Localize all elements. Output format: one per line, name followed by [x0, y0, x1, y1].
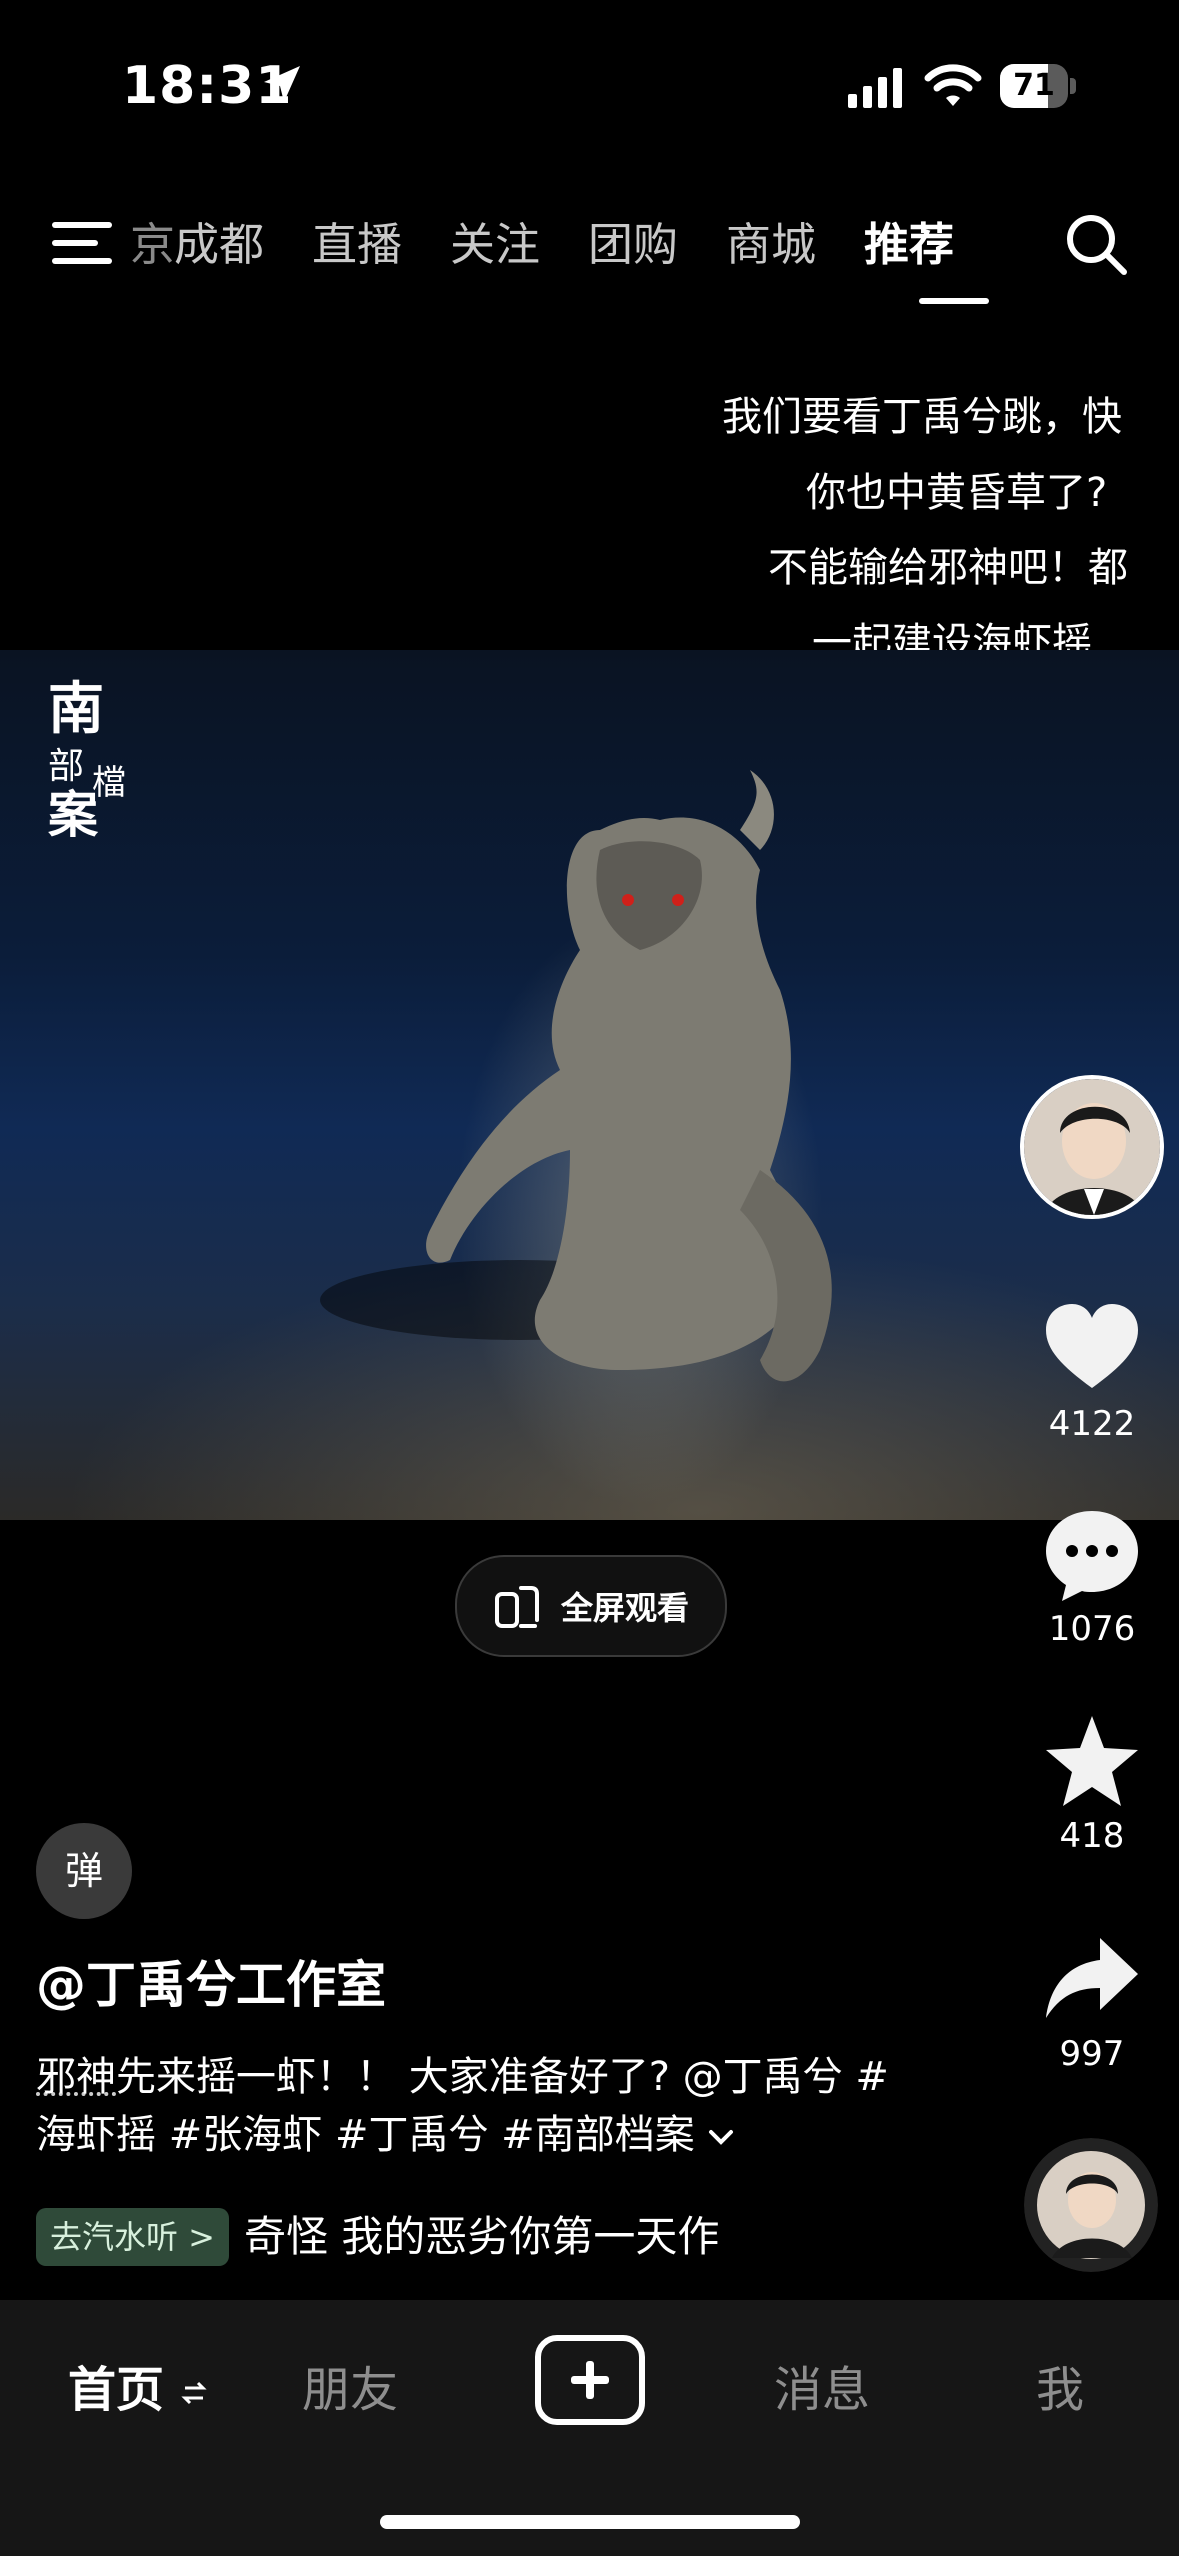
nav-friends[interactable]: 朋友 [302, 2350, 398, 2420]
music-app-tag[interactable]: 去汽水听 > [36, 2208, 229, 2266]
like-button[interactable]: 4122 [1022, 1300, 1162, 1444]
share-count: 997 [1059, 2034, 1125, 2074]
active-tab-underline [919, 298, 989, 304]
author-name[interactable]: @丁禹兮工作室 [36, 1945, 386, 2017]
plus-icon [571, 2361, 609, 2399]
like-count: 4122 [1048, 1404, 1136, 1444]
video-description[interactable]: 邪神先来摇一虾！！ 大家准备好了? @丁禹兮 #海虾摇 #张海虾 #丁禹兮 #南… [36, 2048, 896, 2164]
svg-text:南: 南 [48, 676, 104, 742]
danmaku-line: 我们要看丁禹兮跳，快 [722, 394, 1122, 440]
favorite-count: 418 [1059, 1816, 1125, 1856]
comment-button[interactable]: 1076 [1022, 1505, 1162, 1649]
danmaku-toggle-button[interactable]: 弹 [36, 1823, 132, 1919]
home-indicator [380, 2515, 800, 2529]
create-button[interactable] [535, 2335, 645, 2425]
tab-6[interactable]: 推荐 [864, 210, 960, 280]
nav-home-label: 首页 [68, 2362, 165, 2418]
video-frame[interactable] [0, 650, 1179, 1520]
tab-1[interactable]: 成都 [174, 210, 312, 280]
star-icon [1046, 1716, 1138, 1806]
tab-2[interactable]: 直播 [312, 210, 450, 280]
tab-4[interactable]: 团购 [588, 210, 726, 280]
menu-icon[interactable] [52, 220, 114, 266]
author-avatar[interactable] [1020, 1075, 1164, 1219]
favorite-button[interactable]: 418 [1022, 1712, 1162, 1856]
tab-3[interactable]: 关注 [450, 210, 588, 280]
nav-messages[interactable]: 消息 [774, 2350, 870, 2420]
battery-indicator: 71 [1000, 64, 1076, 108]
nav-home[interactable]: 首页 [68, 2350, 207, 2420]
signal-icon [848, 68, 902, 108]
tab-0[interactable]: 京 [130, 210, 174, 280]
nav-me[interactable]: 我 [1036, 2350, 1084, 2420]
share-icon [1046, 1938, 1138, 2018]
share-button[interactable]: 997 [1022, 1930, 1162, 2074]
music-disc-avatar[interactable] [1024, 2138, 1158, 2272]
creature-figure [320, 770, 832, 1382]
comment-count: 1076 [1048, 1609, 1136, 1649]
danmaku-line: 你也中黄昏草了? [806, 470, 1108, 516]
heart-icon [1046, 1304, 1138, 1388]
battery-percent: 71 [1013, 68, 1055, 103]
comment-icon [1046, 1511, 1138, 1601]
fullscreen-button[interactable]: 全屏观看 [455, 1555, 727, 1657]
tab-5[interactable]: 商城 [726, 210, 864, 280]
switch-arrows-icon [181, 2381, 207, 2405]
music-title[interactable]: 奇怪 我的恶劣你第一天作 [244, 2208, 724, 2266]
location-arrow-icon [264, 66, 300, 102]
fullscreen-label: 全屏观看 [561, 1589, 690, 1627]
top-tabs: 京成都 直播 关注 团购 商城 推荐 [130, 210, 1030, 280]
fullscreen-icon [495, 1586, 539, 1628]
description-highlight[interactable]: 邪神 [36, 2054, 116, 2100]
watermark-logo: 南 部 檔 案 [48, 676, 126, 840]
danmaku-line: 不能输给邪神吧！都 [768, 545, 1128, 591]
wifi-icon [924, 64, 982, 106]
svg-text:部: 部 [48, 746, 84, 787]
description-text: 先来摇一虾！！ 大家准备好了? @丁禹兮 #海虾摇 #张海虾 #丁禹兮 #南部档… [36, 2054, 889, 2158]
search-icon[interactable] [1064, 212, 1128, 276]
chevron-down-icon[interactable] [707, 2128, 735, 2148]
svg-text:案: 案 [48, 785, 99, 840]
